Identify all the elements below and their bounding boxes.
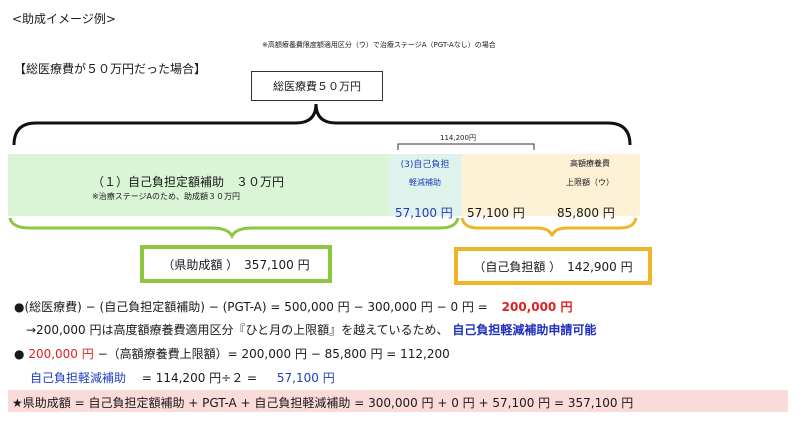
orange-cell-line2: 上限額（ウ） [566,178,614,187]
orange-cell-line1: 高額療養費 [570,159,610,168]
blue-cell-line2: 軽減補助 [409,178,441,187]
value-mid: 57,100 円 [467,206,525,220]
self-pay-box: （自己負担額 ） 142,900 円 [454,247,652,285]
formula-line2-emph: 自己負担軽減補助申請可能 [452,323,597,337]
formula-line4-text: = 114,200 円÷２ = [141,371,258,385]
formula-line3: ● 200,000 円 −（高額療養費上限額）= 200,000 円 − 85,… [14,345,450,362]
green-sub-label: ※治療ステージAのため、助成額３０万円 [92,192,241,201]
pref-subsidy-box: （県助成額 ） 357,100 円 [140,245,332,283]
self-pay-label: （自己負担額 ） 142,900 円 [473,259,633,274]
formula-line3-bullet: ● [14,347,25,361]
top-brace [12,103,632,146]
value-blue: 57,100 円 [395,206,453,220]
formula-line4-label: 自己負担軽減補助 [30,371,127,385]
formula-line2-text: →200,000 円は高度額療養費適用区分『ひと月の上限額』を越えているため、 [26,323,449,337]
blue-cell-line1: (3)自己負担 [400,160,450,170]
bracket-label: 114,200円 [440,134,476,142]
pref-subsidy-label: （県助成額 ） 357,100 円 [162,257,310,272]
formula-line1-text: ●(総医療費) − (自己負担定額補助) − (PGT-A) = 500,000… [14,300,488,314]
value-right: 85,800 円 [557,206,615,220]
formula-line3-red: 200,000 円 [28,347,94,361]
formula-line2: →200,000 円は高度額療養費適用区分『ひと月の上限額』を越えているため、 … [26,321,596,338]
formula-line5: ★県助成額 = 自己負担定額補助 + PGT-A + 自己負担軽減補助 = 30… [12,396,634,410]
green-main-label: （１）自己負担定額補助 ３０万円 [92,175,285,189]
formula-line1: ●(総医療費) − (自己負担定額補助) − (PGT-A) = 500,000… [14,298,572,315]
formula-line3-text: −（高額療養費上限額）= 200,000 円 − 85,800 円 = 112,… [97,347,450,361]
green-brace [8,217,460,240]
formula-line4-result: 57,100 円 [276,371,335,385]
formula-line4: 自己負担軽減補助 = 114,200 円÷２ = 57,100 円 [30,369,335,386]
formula-line1-result: 200,000 円 [501,300,573,314]
small-bracket [397,143,535,150]
